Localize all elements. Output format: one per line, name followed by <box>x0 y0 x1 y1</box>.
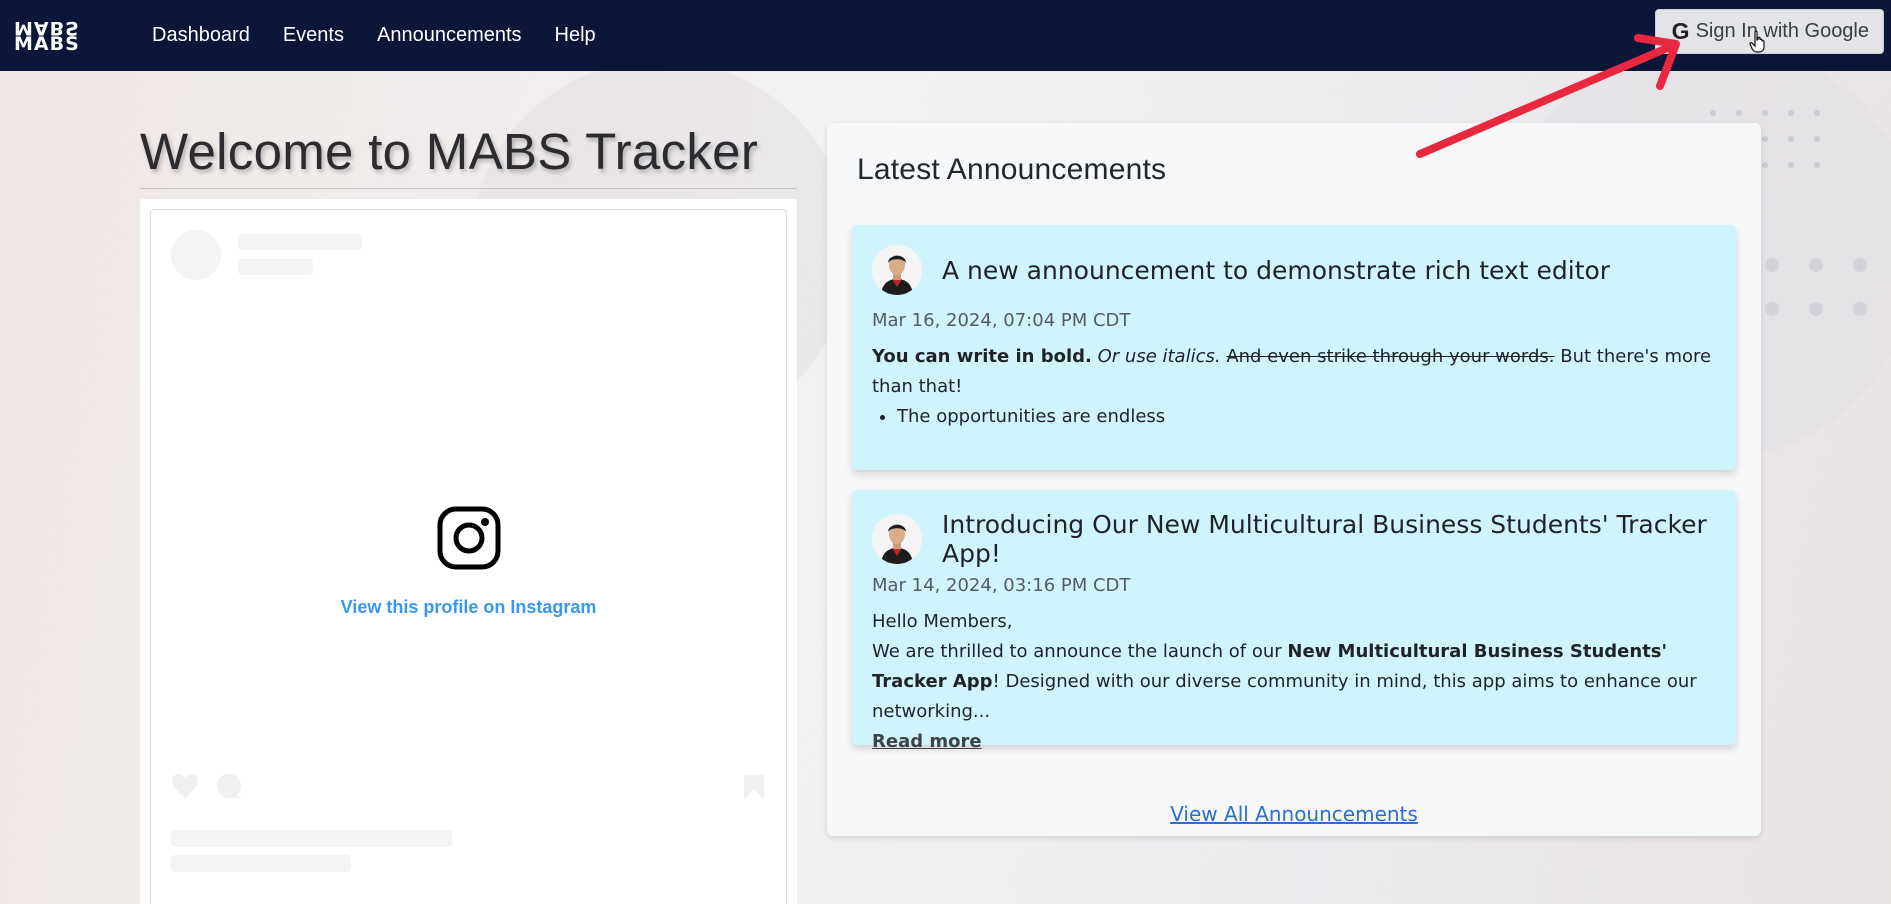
name-placeholder <box>238 234 362 250</box>
nav-help[interactable]: Help <box>555 24 596 47</box>
bullet-list: The opportunities are endless <box>897 402 1718 432</box>
announcements-panel: Latest Announcements A new announcement … <box>827 123 1761 836</box>
announcement-body: You can write in bold. Or use italics. A… <box>872 342 1718 432</box>
title-divider <box>140 188 797 189</box>
intro-text: We are thrilled to announce the launch o… <box>872 641 1282 662</box>
background-dots <box>1765 258 1891 346</box>
nav-events[interactable]: Events <box>283 24 344 47</box>
person-avatar-icon <box>872 245 922 295</box>
author-avatar <box>872 514 922 564</box>
rest-text: ! Designed with our diverse community in… <box>872 671 1697 722</box>
announcement-body: Hello Members, We are thrilled to announ… <box>872 607 1718 757</box>
view-all-announcements-link[interactable]: View All Announcements <box>827 802 1761 826</box>
bookmark-icon <box>744 775 764 799</box>
subtitle-placeholder <box>238 259 313 275</box>
nav-announcements[interactable]: Announcements <box>377 24 522 47</box>
announcement-greeting: Hello Members, <box>872 611 1013 632</box>
page-title: Welcome to MABS Tracker <box>140 123 759 180</box>
announcement-card[interactable]: Introducing Our New Multicultural Busine… <box>852 490 1736 752</box>
sign-in-label: Sign In with Google <box>1695 20 1869 42</box>
announcement-title[interactable]: A new announcement to demonstrate rich t… <box>942 256 1610 285</box>
caption-placeholder <box>171 830 452 847</box>
nav-dashboard[interactable]: Dashboard <box>152 24 250 47</box>
instagram-cta: View this profile on Instagram <box>151 506 786 618</box>
read-more-link[interactable]: Read more <box>872 731 982 752</box>
announcement-paragraph: You can write in bold. Or use italics. A… <box>872 342 1718 402</box>
annotation-arrow <box>1416 34 1680 158</box>
strike-text: And even strike through your words. <box>1226 346 1555 367</box>
mouse-pointer-icon <box>1749 30 1765 53</box>
bullet-item: The opportunities are endless <box>897 402 1718 432</box>
announcement-title[interactable]: Introducing Our New Multicultural Busine… <box>942 510 1736 568</box>
announcement-header: Introducing Our New Multicultural Busine… <box>872 510 1736 568</box>
instagram-embed: View this profile on Instagram <box>150 209 787 904</box>
caption-placeholder <box>171 855 351 872</box>
announcement-card[interactable]: A new announcement to demonstrate rich t… <box>852 225 1736 470</box>
instagram-profile-link[interactable]: View this profile on Instagram <box>151 597 786 618</box>
logo-text-top: MABS <box>14 16 80 39</box>
person-avatar-icon <box>872 514 922 564</box>
author-avatar <box>872 245 922 295</box>
heart-icon <box>172 774 198 798</box>
announcement-date: Mar 16, 2024, 07:04 PM CDT <box>872 310 1131 331</box>
mabs-logo[interactable]: MABS MABS <box>14 17 126 55</box>
nav-links: Dashboard Events Announcements Help <box>152 24 629 47</box>
announcement-date: Mar 14, 2024, 03:16 PM CDT <box>872 575 1131 596</box>
announcement-paragraph: We are thrilled to announce the launch o… <box>872 637 1718 727</box>
avatar-placeholder <box>171 230 221 280</box>
bold-text: You can write in bold. <box>872 346 1092 367</box>
italic-text: Or use italics. <box>1097 346 1221 367</box>
announcement-header: A new announcement to demonstrate rich t… <box>872 245 1610 295</box>
announcements-heading: Latest Announcements <box>857 153 1167 186</box>
instagram-logo-icon <box>437 506 500 570</box>
comment-icon <box>217 774 241 799</box>
